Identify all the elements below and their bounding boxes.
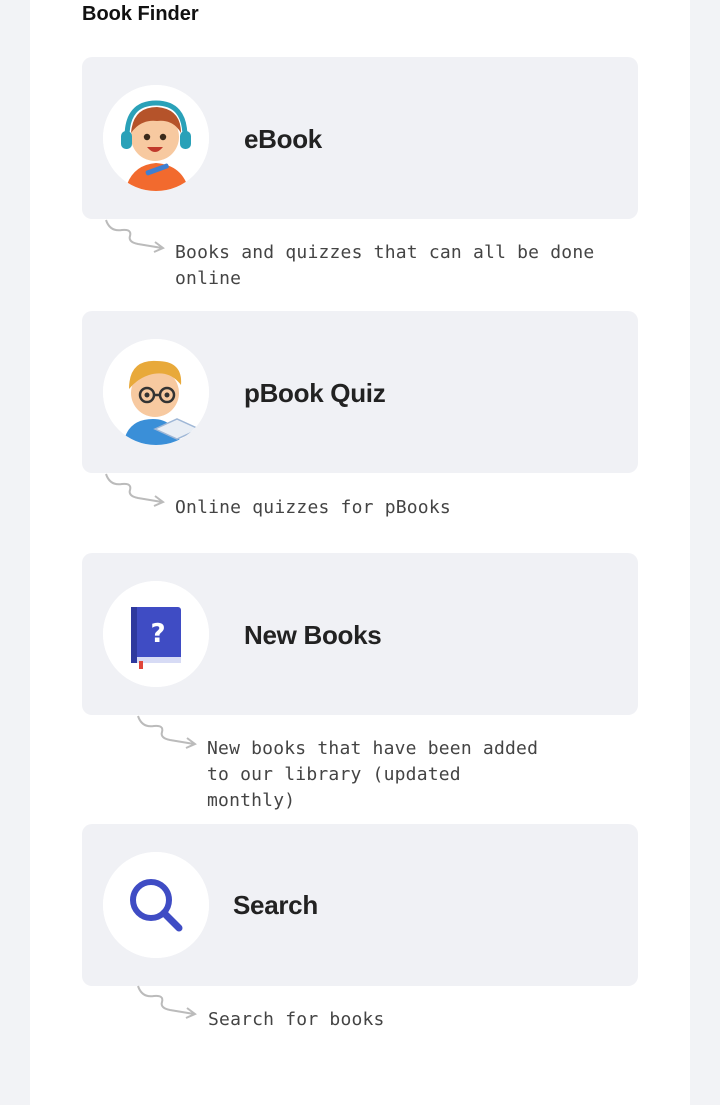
kid-reading-icon bbox=[103, 339, 209, 445]
search-card[interactable]: Search bbox=[82, 824, 638, 986]
new-books-label: New Books bbox=[244, 620, 382, 650]
ebook-label: eBook bbox=[244, 124, 322, 154]
curved-arrow-icon bbox=[105, 219, 165, 253]
page-title: Book Finder bbox=[82, 3, 199, 25]
pbook-quiz-card[interactable]: pBook Quiz bbox=[82, 311, 638, 473]
ebook-description: Books and quizzes that can all be done o… bbox=[175, 242, 595, 289]
curved-arrow-icon bbox=[105, 473, 165, 507]
ebook-card[interactable]: eBook bbox=[82, 57, 638, 219]
search-description: Search for books bbox=[208, 1009, 385, 1030]
pbook-quiz-label: pBook Quiz bbox=[244, 378, 386, 408]
book-finder-panel: Book Finder eBook Books and quizzes that… bbox=[30, 0, 690, 1105]
svg-text:?: ? bbox=[150, 619, 165, 649]
new-books-card[interactable]: ? New Books bbox=[82, 553, 638, 715]
search-label: Search bbox=[233, 890, 318, 920]
curved-arrow-icon bbox=[137, 985, 197, 1019]
kid-headphones-icon bbox=[103, 85, 209, 191]
question-book-icon: ? bbox=[103, 581, 209, 687]
curved-arrow-icon bbox=[137, 715, 197, 749]
search-icon bbox=[103, 852, 209, 958]
new-books-description: New books that have been added to our li… bbox=[207, 738, 539, 811]
pbook-quiz-description: Online quizzes for pBooks bbox=[175, 497, 451, 518]
